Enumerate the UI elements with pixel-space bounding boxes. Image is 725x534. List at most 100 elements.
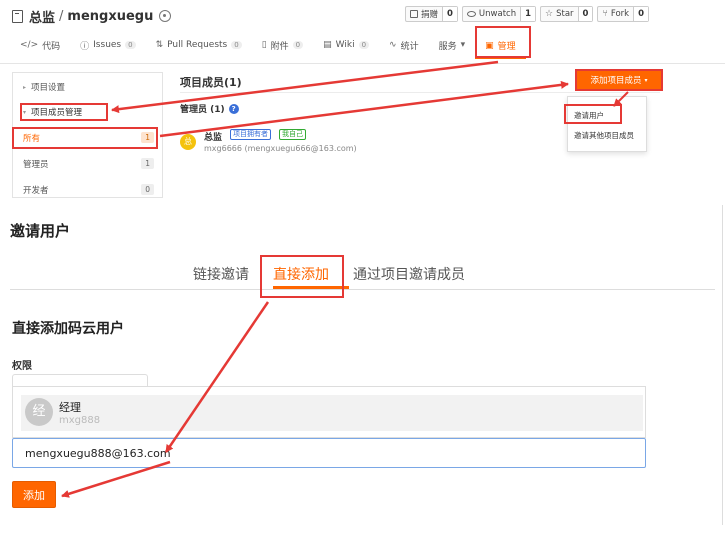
eye-icon	[466, 11, 476, 17]
member-row: 总 总监 项目拥有者 我自己 mxg6666 (mengxuegu666@163…	[180, 128, 420, 158]
tab-service-label: 服务	[438, 41, 457, 52]
star-icon: ☆	[545, 9, 554, 19]
star-button[interactable]: ☆ Star 0	[540, 6, 594, 22]
add-button[interactable]: 添加	[12, 481, 56, 508]
user-suggestion-list: 经 经理 mxg888	[12, 386, 646, 438]
tab-wiki-label: Wiki	[335, 40, 355, 50]
star-label: Star	[556, 9, 574, 19]
tab-code[interactable]: </> 代码	[10, 34, 70, 56]
tab-attachments-badge: 0	[292, 41, 304, 49]
tab-stats[interactable]: ∿ 统计	[379, 34, 429, 56]
divider	[180, 92, 660, 93]
unwatch-button[interactable]: Unwatch 1	[461, 6, 537, 22]
tab-attachments[interactable]: ▯ 附件 0	[252, 34, 313, 56]
sidebar-item-label: 所有	[23, 134, 41, 144]
add-member-button[interactable]: 添加项目成员 ▾	[575, 69, 663, 91]
tab-issues-badge: 0	[125, 41, 136, 49]
tab-direct-add[interactable]: 直接添加	[273, 264, 329, 284]
suggestion-username: mxg888	[59, 415, 101, 426]
tab-issues[interactable]: ⓘ Issues 0	[70, 34, 145, 56]
permission-label: 权限	[12, 361, 32, 372]
sidebar-item-admins[interactable]: 管理员 1	[13, 154, 162, 174]
tab-wiki[interactable]: ▤ Wiki 0	[313, 34, 379, 56]
unwatch-label: Unwatch	[478, 9, 517, 19]
sidebar-item-label: 开发者	[23, 186, 49, 196]
repo-path-separator: /	[59, 8, 64, 24]
repo-actions: 捐赠 0 Unwatch 1 ☆ Star 0 ⑂ Fork 0	[404, 6, 649, 22]
tab-code-label: 代码	[42, 41, 61, 52]
tab-manage[interactable]: ▣ 管理	[475, 26, 532, 59]
sidebar-item-member-management[interactable]: ▾ 项目成员管理	[13, 102, 162, 122]
wiki-icon: ▤	[323, 40, 332, 50]
avatar: 经	[25, 398, 53, 426]
fork-label: Fork	[610, 9, 630, 19]
repo-tabs: </> 代码 ⓘ Issues 0 ⇅ Pull Requests 0 ▯ 附件 0 ▤ Wik…	[10, 26, 532, 59]
sidebar-count: 0	[141, 184, 154, 195]
chevron-down-icon: ▾	[23, 108, 27, 116]
fork-button[interactable]: ⑂ Fork 0	[597, 6, 649, 22]
member-name[interactable]: 总监	[204, 130, 222, 143]
tab-issues-label: Issues	[93, 40, 122, 50]
donate-label: 捐赠	[420, 10, 438, 20]
arrow-manage-to-member-management	[111, 60, 499, 114]
tab-service[interactable]: 服务 ▾	[429, 34, 476, 56]
tab-stats-label: 统计	[400, 41, 419, 52]
sidebar-item-project-settings[interactable]: ▸ 项目设置	[13, 77, 162, 97]
user-suggestion-item[interactable]: 经 经理 mxg888	[21, 395, 643, 431]
sidebar-item-label: 管理员	[23, 160, 49, 170]
section-title: 直接添加码云用户	[12, 321, 124, 337]
self-badge: 我自己	[279, 129, 306, 140]
chevron-right-icon: ▸	[23, 83, 27, 91]
tab-attachments-label: 附件	[270, 41, 289, 52]
repo-icon	[12, 9, 23, 23]
suggestion-name: 经理	[59, 401, 81, 414]
invite-title: 邀请用户	[10, 222, 71, 240]
members-title: 项目成员(1)	[180, 76, 242, 89]
repo-title: 总监 / mengxuegu	[12, 6, 172, 26]
tab-invite-project-members[interactable]: 通过项目邀请成员	[353, 264, 465, 284]
help-icon[interactable]: ?	[228, 103, 239, 114]
donate-icon	[409, 10, 418, 18]
admin-title-label: 管理员 (1)	[180, 105, 225, 115]
sidebar-count: 1	[141, 158, 154, 169]
annotation-box-manage	[475, 26, 532, 58]
member-sidebar: ▸ 项目设置 ▾ 项目成员管理 所有 1 管理员 1 开发者 0	[12, 72, 163, 198]
pull-request-icon: ⇅	[155, 40, 164, 50]
tab-pull-requests[interactable]: ⇅ Pull Requests 0	[146, 34, 252, 56]
divider	[722, 205, 723, 525]
donate-button[interactable]: 捐赠 0	[404, 6, 458, 22]
repo-header: 总监 / mengxuegu 捐赠 0 Unwatch 1 ☆ Star 0 ⑂ F…	[0, 0, 725, 64]
owner-badge: 项目拥有者	[230, 129, 271, 140]
menu-item-invite-other-members[interactable]: 邀请其他项目成员	[574, 127, 634, 143]
chevron-down-icon: ▾	[460, 40, 466, 50]
fork-icon: ⑂	[602, 9, 608, 19]
sidebar-item-all[interactable]: 所有 1	[13, 128, 162, 148]
user-email-input[interactable]	[12, 438, 646, 468]
donate-count: 0	[443, 7, 457, 21]
avatar: 总	[180, 134, 196, 150]
tab-link-invite[interactable]: 链接邀请	[193, 264, 249, 284]
repo-owner-link[interactable]: 总监	[29, 7, 55, 26]
issue-icon: ⓘ	[80, 41, 90, 52]
attachment-icon: ▯	[261, 40, 267, 50]
repo-name-link[interactable]: mengxuegu	[67, 9, 153, 24]
add-member-dropdown: 邀请用户 邀请其他项目成员	[567, 96, 647, 152]
tab-wiki-badge: 0	[358, 41, 370, 49]
fork-count: 0	[634, 7, 648, 21]
sidebar-item-label: 项目设置	[31, 83, 66, 93]
tab-pull-requests-label: Pull Requests	[167, 40, 228, 50]
stats-icon: ∿	[389, 40, 397, 50]
sidebar-item-developers[interactable]: 开发者 0	[13, 180, 162, 200]
admin-section-title: 管理员 (1) ?	[180, 102, 239, 115]
member-account: mxg6666 (mengxuegu666@163.com)	[204, 144, 357, 153]
invite-tabs: 链接邀请 直接添加 通过项目邀请成员	[10, 256, 715, 290]
chevron-down-icon: ▾	[644, 76, 648, 84]
active-tab-indicator	[273, 286, 349, 289]
menu-item-invite-user[interactable]: 邀请用户	[574, 107, 604, 123]
watch-count: 1	[521, 7, 536, 21]
sidebar-item-label: 项目成员管理	[31, 108, 83, 118]
code-icon: </>	[20, 40, 39, 50]
star-count: 0	[578, 7, 593, 21]
tab-pull-requests-badge: 0	[231, 41, 242, 49]
add-member-label: 添加项目成员	[590, 76, 642, 86]
